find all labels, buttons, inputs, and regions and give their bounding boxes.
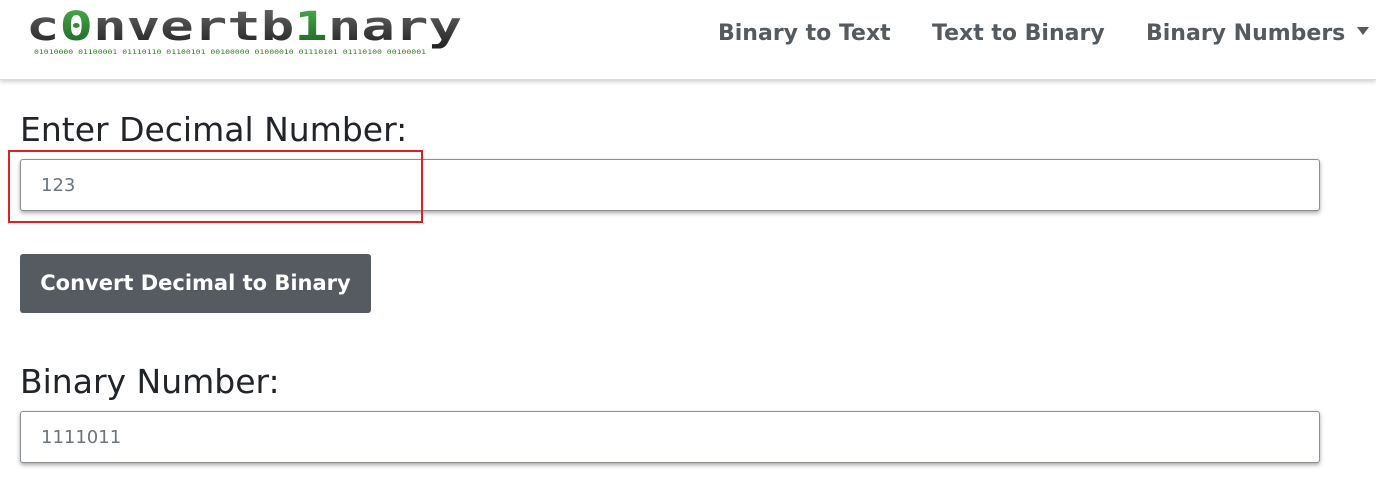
binary-output[interactable] (20, 411, 1320, 463)
site-logo[interactable]: c 0 nvertb 1 nary 01010000 01100001 01110110… (26, 10, 462, 56)
nav-text-to-binary-label: Text to Binary (932, 21, 1105, 46)
decimal-input[interactable] (20, 159, 1320, 211)
caret-down-icon (1357, 27, 1370, 35)
svg-text:c0nvertb1nary: c 0 nvertb 1 nary (26, 10, 462, 50)
navbar: c 0 nvertb 1 nary 01010000 01100001 01110110… (0, 0, 1376, 80)
nav-binary-numbers-dropdown[interactable]: Binary Numbers (1146, 18, 1370, 50)
convert-decimal-to-binary-button[interactable]: Convert Decimal to Binary (20, 254, 371, 313)
nav-binary-numbers-label: Binary Numbers (1146, 21, 1346, 46)
nav-binary-to-text-label: Binary to Text (718, 21, 891, 46)
binary-label: Binary Number: (20, 362, 280, 401)
logo-binary-tagline: 01010000 01100001 01110110 01100101 0010… (34, 49, 427, 56)
decimal-label: Enter Decimal Number: (20, 110, 408, 149)
nav-text-to-binary[interactable]: Text to Binary (932, 18, 1105, 50)
nav-binary-to-text[interactable]: Binary to Text (718, 18, 891, 50)
